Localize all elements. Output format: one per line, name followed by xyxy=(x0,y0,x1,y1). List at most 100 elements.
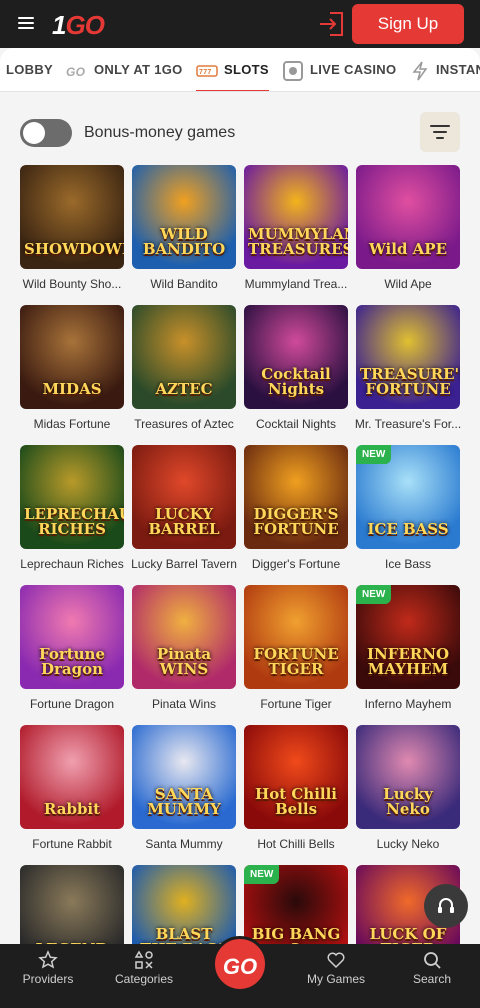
support-chat-button[interactable] xyxy=(424,884,468,928)
game-thumbnail[interactable]: DIGGER'S FORTUNE xyxy=(244,445,348,549)
game-thumbnail[interactable]: MIDAS xyxy=(20,305,124,409)
tab-label: SLOTS xyxy=(224,62,269,77)
game-card[interactable]: Wild APE Wild Ape xyxy=(356,165,460,305)
nav-search[interactable]: Search xyxy=(384,944,480,1008)
game-thumbnail[interactable]: Wild APE xyxy=(356,165,460,269)
game-logo-text: LEPRECHAUN RICHES xyxy=(24,505,124,538)
game-card[interactable]: Pinata WINS Pinata Wins xyxy=(132,585,236,725)
game-thumbnail[interactable]: TREASURE'S FORTUNE xyxy=(356,305,460,409)
game-card[interactable]: INFERNO MAYHEM NEW Inferno Mayhem xyxy=(356,585,460,725)
game-logo-text: Rabbit xyxy=(43,800,101,818)
game-logo-text: AZTEC xyxy=(155,380,213,398)
game-card[interactable]: DIGGER'S FORTUNE Digger's Fortune xyxy=(244,445,348,585)
game-name: Wild Bounty Sho... xyxy=(22,277,122,291)
game-card[interactable]: Hot Chilli Bells Hot Chilli Bells xyxy=(244,725,348,865)
game-thumbnail[interactable]: SANTA MUMMY xyxy=(132,725,236,829)
search-icon xyxy=(424,952,441,969)
live-casino-icon xyxy=(283,60,303,81)
game-logo-text: Hot Chilli Bells xyxy=(255,785,337,818)
bonus-filter-row: Bonus-money games xyxy=(0,92,480,172)
game-thumbnail[interactable]: AZTEC xyxy=(132,305,236,409)
game-logo-text: Cocktail Nights xyxy=(261,365,331,398)
nav-providers[interactable]: Providers xyxy=(0,944,96,1008)
game-name: Treasures of Aztec xyxy=(134,417,234,431)
game-name: Lucky Neko xyxy=(376,837,440,851)
game-name: Cocktail Nights xyxy=(255,417,337,431)
game-logo-text: DIGGER'S FORTUNE xyxy=(253,505,339,538)
game-card[interactable]: Lucky Neko Lucky Neko xyxy=(356,725,460,865)
game-card[interactable]: Fortune Dragon Fortune Dragon xyxy=(20,585,124,725)
game-name: Mummyland Trea... xyxy=(244,277,348,291)
game-thumbnail[interactable]: LUCKY BARREL xyxy=(132,445,236,549)
game-logo-text: TREASURE'S FORTUNE xyxy=(360,365,460,398)
slot-machine-icon: 777 xyxy=(196,64,218,77)
new-badge: NEW xyxy=(356,585,392,604)
game-card[interactable]: ICE BASS NEW Ice Bass xyxy=(356,445,460,585)
tab-label: LIVE CASINO xyxy=(310,62,397,77)
login-icon[interactable] xyxy=(318,11,346,37)
go-home-button[interactable]: GO xyxy=(212,936,268,992)
game-thumbnail[interactable]: FORTUNE TIGER xyxy=(244,585,348,689)
game-thumbnail[interactable]: Cocktail Nights xyxy=(244,305,348,409)
game-logo-text: INFERNO MAYHEM xyxy=(366,645,450,678)
sign-up-button[interactable]: Sign Up xyxy=(352,4,464,44)
game-name: Leprechaun Riches xyxy=(20,557,124,571)
game-card[interactable]: Cocktail Nights Cocktail Nights xyxy=(244,305,348,445)
game-card[interactable]: WILD BANDITO Wild Bandito xyxy=(132,165,236,305)
game-card[interactable]: TREASURE'S FORTUNE Mr. Treasure's For... xyxy=(355,305,461,445)
game-thumbnail[interactable]: Fortune Dragon xyxy=(20,585,124,689)
nav-label: My Games xyxy=(306,972,365,986)
game-logo-text: Fortune Dragon xyxy=(38,645,106,678)
game-logo-text: WILD BANDITO xyxy=(142,225,226,258)
game-card[interactable]: LUCKY BARREL Lucky Barrel Tavern xyxy=(131,445,237,585)
game-thumbnail[interactable]: Rabbit xyxy=(20,725,124,829)
game-card[interactable]: SANTA MUMMY Santa Mummy xyxy=(132,725,236,865)
game-thumbnail[interactable]: Lucky Neko xyxy=(356,725,460,829)
game-name: Fortune Dragon xyxy=(29,697,115,711)
game-thumbnail[interactable]: Pinata WINS xyxy=(132,585,236,689)
game-logo-text: SHOWDOWN xyxy=(24,240,124,258)
game-card[interactable]: LEPRECHAUN RICHES Leprechaun Riches xyxy=(20,445,124,585)
game-thumbnail[interactable]: SHOWDOWN xyxy=(20,165,124,269)
game-card[interactable]: SHOWDOWN Wild Bounty Sho... xyxy=(20,165,124,305)
tab-instant[interactable]: INSTAN xyxy=(410,48,480,91)
game-logo-text: SANTA MUMMY xyxy=(147,785,221,818)
game-name: Hot Chilli Bells xyxy=(257,837,335,851)
nav-my-games[interactable]: My Games xyxy=(288,944,384,1008)
game-card[interactable]: MUMMYLAND TREASURES Mummyland Trea... xyxy=(244,165,348,305)
game-logo-text: LUCKY BARREL xyxy=(148,505,220,538)
game-name: Wild Ape xyxy=(384,277,432,291)
filter-button[interactable] xyxy=(420,112,460,152)
tab-only-at-1go[interactable]: GO ONLY AT 1GO xyxy=(66,48,183,91)
game-thumbnail[interactable]: ICE BASS NEW xyxy=(356,445,460,549)
game-card[interactable]: MIDAS Midas Fortune xyxy=(20,305,124,445)
tab-lobby[interactable]: LOBBY xyxy=(6,48,53,91)
game-thumbnail[interactable]: MUMMYLAND TREASURES xyxy=(244,165,348,269)
svg-text:777: 777 xyxy=(199,69,212,76)
game-logo-text: Lucky Neko xyxy=(383,785,433,818)
tab-slots[interactable]: 777 SLOTS xyxy=(196,48,269,91)
menu-icon[interactable] xyxy=(18,17,34,29)
game-card[interactable]: Rabbit Fortune Rabbit xyxy=(20,725,124,865)
game-logo-text: MIDAS xyxy=(42,380,102,398)
new-badge: NEW xyxy=(244,865,280,884)
tab-live-casino[interactable]: LIVE CASINO xyxy=(282,48,397,91)
bonus-money-toggle[interactable] xyxy=(20,119,72,147)
game-thumbnail[interactable]: LEPRECHAUN RICHES xyxy=(20,445,124,549)
game-thumbnail[interactable]: INFERNO MAYHEM NEW xyxy=(356,585,460,689)
game-name: Lucky Barrel Tavern xyxy=(131,557,237,571)
game-card[interactable]: FORTUNE TIGER Fortune Tiger xyxy=(244,585,348,725)
game-logo-text: ICE BASS xyxy=(367,520,449,538)
bonus-money-label: Bonus-money games xyxy=(84,124,236,141)
game-card[interactable]: AZTEC Treasures of Aztec xyxy=(132,305,236,445)
nav-categories[interactable]: Categories xyxy=(96,944,192,1008)
game-thumbnail[interactable]: Hot Chilli Bells xyxy=(244,725,348,829)
heart-icon xyxy=(327,952,345,969)
brand-logo[interactable]: 1GO xyxy=(52,10,105,41)
game-logo-text: MUMMYLAND TREASURES xyxy=(248,225,348,258)
categories-icon xyxy=(134,950,153,969)
nav-label: Providers xyxy=(22,972,74,986)
game-name: Inferno Mayhem xyxy=(364,697,452,711)
game-thumbnail[interactable]: WILD BANDITO xyxy=(132,165,236,269)
game-name: Pinata Wins xyxy=(151,697,217,711)
